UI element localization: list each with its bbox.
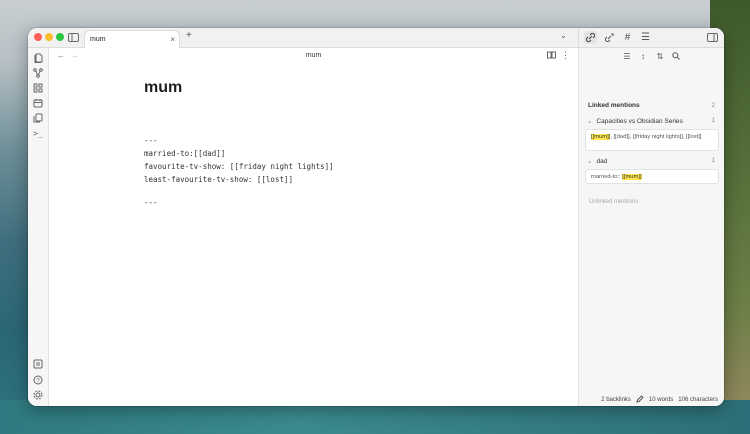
- vault-switcher-icon[interactable]: [32, 358, 44, 370]
- pencil-icon[interactable]: [636, 395, 644, 405]
- highlighted-mention: [[mum]]: [622, 174, 642, 180]
- sort-icon[interactable]: ⇅: [654, 52, 666, 61]
- note-header-title[interactable]: mum: [49, 52, 578, 59]
- backlink-result-snippet[interactable]: married-to:: [[mum]]: [585, 169, 719, 184]
- search-icon[interactable]: [670, 52, 682, 62]
- backlinks-panel: ☰ ↕ ⇅ Linked mentions 2 ⌄ Capacities vs O…: [578, 48, 724, 406]
- backlink-file-header[interactable]: ⌄ dad: [587, 157, 607, 165]
- unlinked-mentions-title[interactable]: Unlinked mentions: [589, 199, 638, 205]
- tab-list-chevron-icon[interactable]: ⌄: [560, 31, 567, 40]
- backlink-file-name[interactable]: Capacities vs Obsidian Series: [596, 118, 682, 125]
- status-bar: 2 backlinks 10 words 106 characters: [578, 394, 724, 406]
- linked-mentions-count: 2: [711, 103, 715, 109]
- property-line[interactable]: favourite-tv-show: [[friday night lights…: [144, 162, 334, 171]
- backlink-file-name[interactable]: dad: [596, 158, 607, 165]
- tab-mum[interactable]: mum ×: [84, 30, 180, 48]
- highlighted-mention: [[mum]]: [591, 134, 611, 140]
- linked-mentions-title[interactable]: Linked mentions: [588, 102, 640, 109]
- backlink-file-count: 1: [711, 158, 715, 164]
- left-ribbon: >_ ?: [28, 48, 49, 406]
- templates-icon[interactable]: [32, 112, 44, 124]
- sidebar-toggle-icon[interactable]: [67, 31, 80, 44]
- canvas-icon[interactable]: [32, 82, 44, 94]
- chevron-down-icon[interactable]: ⌄: [587, 118, 592, 125]
- property-line[interactable]: married-to:[[dad]]: [144, 149, 225, 158]
- property-line[interactable]: least-favourite-tv-show: [[lost]]: [144, 175, 293, 184]
- frontmatter-open[interactable]: ---: [144, 136, 158, 145]
- backlink-file-header[interactable]: ⌄ Capacities vs Obsidian Series: [587, 117, 683, 125]
- minimize-window-button[interactable]: [45, 33, 53, 41]
- calendar-icon[interactable]: [32, 97, 44, 109]
- app-window: mum × + ⌄ # ☰ >_ ? ← → mum ⋮ mum --- mar…: [28, 28, 724, 406]
- tab-label: mum: [90, 36, 106, 43]
- terminal-icon[interactable]: >_: [32, 127, 44, 139]
- collapse-results-icon[interactable]: ☰: [621, 52, 633, 61]
- note-editor: ← → mum ⋮ mum --- married-to:[[dad]] fav…: [49, 48, 578, 406]
- chevron-down-icon[interactable]: ⌄: [587, 158, 592, 165]
- status-words: 10 words: [648, 397, 674, 403]
- right-panel-tabs: # ☰: [578, 28, 724, 47]
- more-options-icon[interactable]: ⋮: [561, 50, 570, 61]
- zoom-window-button[interactable]: [56, 33, 64, 41]
- files-icon[interactable]: [32, 52, 44, 64]
- status-backlinks[interactable]: 2 backlinks: [601, 397, 631, 403]
- snippet-text: married-to::: [591, 174, 623, 180]
- settings-gear-icon[interactable]: [32, 389, 44, 401]
- snippet-text: , [[dad]], [[friday night lights]], [[lo…: [610, 134, 702, 140]
- frontmatter-close[interactable]: ---: [144, 198, 158, 207]
- outgoing-links-tab-icon[interactable]: [603, 31, 616, 44]
- tab-close-icon[interactable]: ×: [170, 31, 175, 48]
- status-characters: 106 characters: [678, 397, 718, 403]
- show-more-context-icon[interactable]: ↕: [637, 52, 649, 61]
- backlink-file-count: 1: [711, 118, 715, 124]
- outline-tab-icon[interactable]: ☰: [639, 31, 652, 44]
- reading-view-icon[interactable]: [547, 51, 556, 61]
- close-window-button[interactable]: [34, 33, 42, 41]
- backlink-result-snippet[interactable]: [[mum]], [[dad]], [[friday night lights]…: [585, 129, 719, 151]
- note-heading[interactable]: mum: [144, 79, 182, 97]
- tags-tab-icon[interactable]: #: [621, 31, 634, 44]
- right-sidebar-toggle-icon[interactable]: [706, 31, 719, 44]
- help-icon[interactable]: ?: [32, 374, 44, 386]
- graph-view-icon[interactable]: [32, 67, 44, 79]
- new-tab-button[interactable]: +: [186, 30, 192, 41]
- backlinks-tab-icon[interactable]: [584, 31, 597, 44]
